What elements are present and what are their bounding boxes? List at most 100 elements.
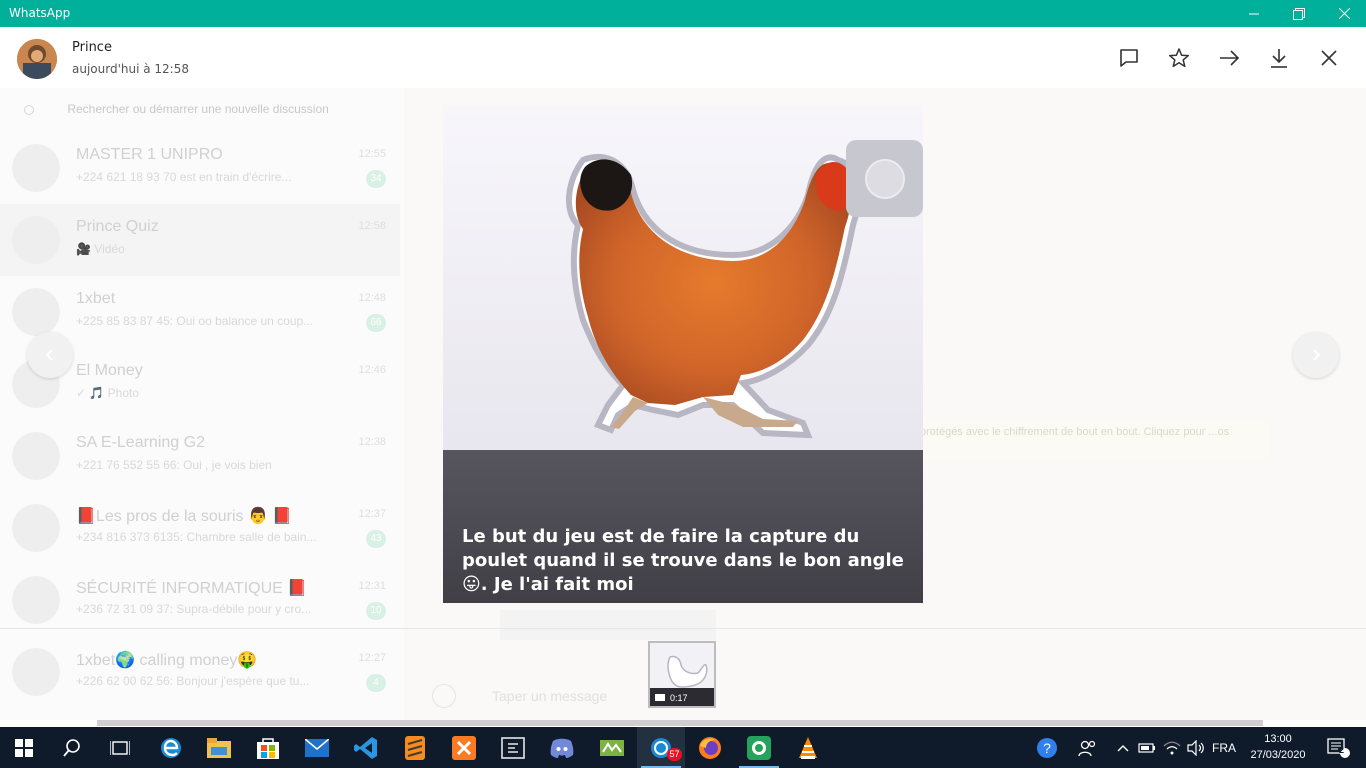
app-icon <box>600 739 624 756</box>
avatar <box>12 432 60 480</box>
sublime-icon <box>405 735 425 760</box>
file-explorer-icon <box>207 737 231 758</box>
window-titlebar: WhatsApp <box>0 0 1366 27</box>
svg-text:?: ? <box>1043 740 1051 756</box>
chat-time: 12:37 <box>358 508 386 520</box>
chat-name: Prince Quiz <box>76 218 159 235</box>
taskbar-vlc[interactable] <box>784 727 832 768</box>
taskbar-store[interactable] <box>244 727 292 768</box>
unread-badge: 43 <box>366 530 386 548</box>
windows-taskbar: 57 ? FRA 13:00 27/03/2020 2 <box>0 727 1366 768</box>
media-thumbnail[interactable]: 0:17 <box>648 641 716 708</box>
chat-time: 12:38 <box>358 436 386 448</box>
avatar <box>12 576 60 624</box>
taskbar-sublime[interactable] <box>391 727 439 768</box>
reply-icon <box>1120 49 1138 67</box>
avatar <box>12 144 60 192</box>
xampp-icon <box>452 735 476 760</box>
taskbar-vscode[interactable] <box>342 727 390 768</box>
maximize-button[interactable] <box>1276 0 1322 27</box>
screen-record-button[interactable] <box>846 140 923 217</box>
taskbar-whatsapp-web[interactable]: 57 <box>637 727 685 768</box>
unread-badge: 4 <box>366 674 386 692</box>
task-view-icon <box>110 740 130 755</box>
unread-badge: 66 <box>366 314 386 332</box>
start-button[interactable] <box>0 727 48 768</box>
encryption-notice: protégés avec le chiffrement de bout en … <box>914 418 1270 462</box>
people-tray-button[interactable] <box>1074 727 1100 768</box>
vlc-icon <box>799 736 817 759</box>
taskbar-app-2[interactable] <box>588 727 636 768</box>
task-view-button[interactable] <box>96 727 144 768</box>
forward-button[interactable] <box>1216 45 1242 71</box>
media-viewer-header: Prince aujourd'hui à 12:58 <box>0 27 1366 88</box>
chevron-right-icon <box>1313 349 1321 361</box>
help-icon: ? <box>1037 737 1057 758</box>
close-viewer-button[interactable] <box>1316 45 1342 71</box>
taskbar-file-explorer[interactable] <box>195 727 243 768</box>
search-icon <box>24 104 34 115</box>
close-icon <box>1338 8 1350 19</box>
media-video[interactable]: Le but du jeu est de faire la capture du… <box>443 105 923 603</box>
network-tray-button[interactable] <box>1160 727 1184 768</box>
close-window-button[interactable] <box>1321 0 1366 27</box>
search-button[interactable] <box>48 727 96 768</box>
show-hidden-icons-button[interactable] <box>1112 727 1134 768</box>
video-caption: Le but du jeu est de faire la capture du… <box>462 526 904 595</box>
chat-time: 12:27 <box>358 652 386 664</box>
chat-list-item: MASTER 1 UNIPRO 12:55 +224 621 18 93 70 es… <box>0 132 400 204</box>
taskbar-mail[interactable] <box>293 727 341 768</box>
chat-list-sidebar: Rechercher ou démarrer une nouvelle disc… <box>0 88 404 720</box>
unread-badge: 34 <box>366 170 386 188</box>
chat-time: 12:58 <box>358 220 386 232</box>
minimize-button[interactable] <box>1231 0 1277 27</box>
chat-last-message: +225 85 83 87 45: Oui oo balance un coup… <box>76 314 314 328</box>
taskbar-discord[interactable] <box>538 727 586 768</box>
taskbar-edge[interactable] <box>147 727 195 768</box>
reply-button[interactable] <box>1116 45 1142 71</box>
sender-name: Prince <box>72 40 112 55</box>
taskbar-whatsapp[interactable] <box>735 727 783 768</box>
battery-tray-button[interactable] <box>1136 727 1158 768</box>
chat-last-message: ✓ 🎵 Photo <box>76 386 140 400</box>
unread-badge: 10 <box>366 602 386 620</box>
volume-tray-button[interactable] <box>1184 727 1208 768</box>
battery-icon <box>1138 742 1155 753</box>
chat-list-item: SA E-Learning G2 12:38 +221 76 552 55 66: … <box>0 420 400 492</box>
search-placeholder: Rechercher ou démarrer une nouvelle disc… <box>67 102 329 116</box>
avatar <box>12 216 60 264</box>
taskbar-xampp[interactable] <box>440 727 488 768</box>
chat-list-item: 📕Les pros de la souris 👨 📕 12:37 +234 816 … <box>0 492 400 564</box>
action-center-icon <box>1327 737 1350 758</box>
forward-icon <box>1220 50 1240 66</box>
chat-name: El Money <box>76 362 143 379</box>
restore-icon <box>1293 7 1305 20</box>
system-clock[interactable]: 13:00 27/03/2020 <box>1240 731 1316 763</box>
taskbar-app[interactable] <box>489 727 537 768</box>
star-button[interactable] <box>1166 45 1192 71</box>
start-icon <box>15 738 33 757</box>
discord-icon <box>550 738 574 758</box>
action-center-count: 2 <box>1339 745 1345 755</box>
notification-badge: 57 <box>667 748 682 761</box>
taskbar-firefox[interactable] <box>686 727 734 768</box>
star-icon <box>1168 48 1190 68</box>
help-tray-button[interactable]: ? <box>1034 727 1060 768</box>
action-center-button[interactable]: 2 <box>1318 727 1358 768</box>
next-media-button[interactable] <box>1293 332 1339 378</box>
store-icon <box>257 737 279 759</box>
thumbnail-chicken-image <box>667 655 708 688</box>
previous-media-button[interactable] <box>27 332 73 378</box>
chat-name: 1xbet🌍 calling money🤑 <box>76 652 258 669</box>
firefox-icon <box>699 736 721 759</box>
app-title: WhatsApp <box>9 6 71 20</box>
horizontal-scrollbar[interactable] <box>97 720 1263 726</box>
language-indicator[interactable]: FRA <box>1208 727 1240 768</box>
chat-last-message: +234 816 373 6135: Chambre salle de bain… <box>76 530 317 544</box>
download-button[interactable] <box>1266 45 1292 71</box>
chevron-left-icon <box>45 349 53 361</box>
message-timestamp: aujourd'hui à 12:58 <box>72 62 189 76</box>
vscode-icon <box>354 736 377 759</box>
avatar <box>12 648 60 696</box>
chat-time: 12:55 <box>358 148 386 160</box>
